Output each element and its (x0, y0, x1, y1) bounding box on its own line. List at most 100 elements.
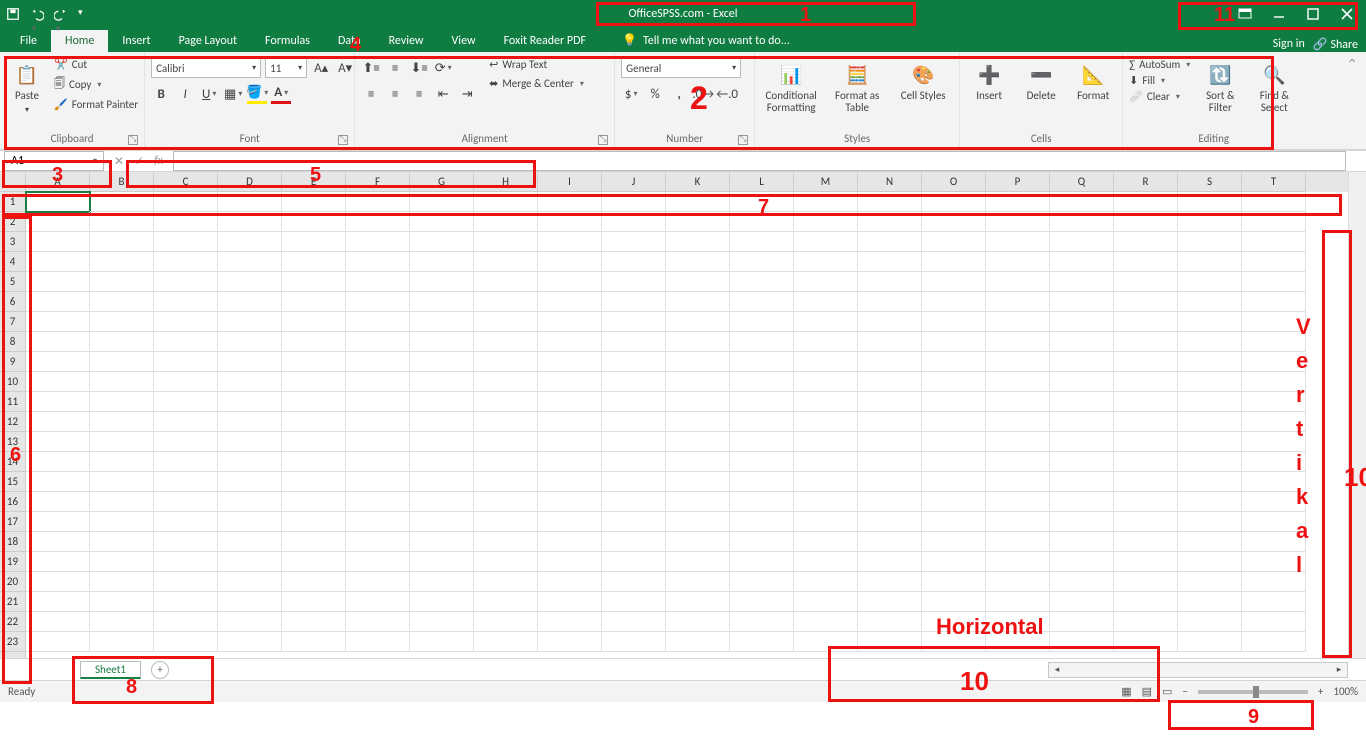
cell[interactable] (154, 292, 218, 312)
cell[interactable] (218, 272, 282, 292)
cell[interactable] (218, 412, 282, 432)
row-header[interactable]: 11 (0, 392, 25, 412)
cell[interactable] (986, 312, 1050, 332)
cell[interactable] (986, 612, 1050, 632)
fx-icon[interactable]: fx (154, 154, 163, 169)
cell[interactable] (218, 452, 282, 472)
tab-formulas[interactable]: Formulas (251, 30, 324, 52)
cell[interactable] (218, 592, 282, 612)
cell[interactable] (986, 472, 1050, 492)
cell[interactable] (922, 492, 986, 512)
cell[interactable] (922, 552, 986, 572)
cell[interactable] (602, 352, 666, 372)
cell[interactable] (346, 372, 410, 392)
cell[interactable] (730, 392, 794, 412)
cell[interactable] (90, 332, 154, 352)
cell[interactable] (90, 372, 154, 392)
cell[interactable] (922, 412, 986, 432)
cell[interactable] (218, 392, 282, 412)
cell[interactable] (1242, 272, 1306, 292)
cell[interactable] (730, 412, 794, 432)
cell[interactable] (986, 492, 1050, 512)
cell[interactable] (218, 232, 282, 252)
cell[interactable] (90, 452, 154, 472)
cell[interactable] (474, 472, 538, 492)
cell[interactable] (346, 452, 410, 472)
cell[interactable] (282, 552, 346, 572)
cell[interactable] (922, 392, 986, 412)
cell[interactable] (602, 312, 666, 332)
cell[interactable] (90, 252, 154, 272)
cell[interactable] (922, 592, 986, 612)
cell[interactable] (1178, 492, 1242, 512)
cell[interactable] (1178, 572, 1242, 592)
cell[interactable] (410, 452, 474, 472)
row-header[interactable]: 10 (0, 372, 25, 392)
cell[interactable] (90, 512, 154, 532)
sort-filter-button[interactable]: 🔃Sort & Filter (1196, 58, 1244, 114)
cell[interactable] (1178, 192, 1242, 212)
cell[interactable] (474, 372, 538, 392)
cell[interactable] (1178, 312, 1242, 332)
cell[interactable] (1114, 472, 1178, 492)
cell[interactable] (1114, 352, 1178, 372)
cell[interactable] (602, 612, 666, 632)
cell[interactable] (90, 292, 154, 312)
cell[interactable] (218, 192, 282, 212)
cell[interactable] (1178, 332, 1242, 352)
column-header[interactable]: J (602, 172, 666, 192)
cell[interactable] (474, 212, 538, 232)
cell[interactable] (794, 412, 858, 432)
cell[interactable] (154, 572, 218, 592)
cell[interactable] (346, 212, 410, 232)
cell[interactable] (90, 592, 154, 612)
cell[interactable] (26, 272, 90, 292)
cell[interactable] (730, 372, 794, 392)
cell[interactable] (602, 532, 666, 552)
cell[interactable] (218, 252, 282, 272)
cell[interactable] (410, 232, 474, 252)
cell[interactable] (986, 252, 1050, 272)
cell[interactable] (282, 432, 346, 452)
cell[interactable] (1114, 232, 1178, 252)
cell[interactable] (90, 192, 154, 212)
cell[interactable] (410, 372, 474, 392)
cell[interactable] (282, 212, 346, 232)
cell[interactable] (602, 452, 666, 472)
accounting-format-icon[interactable]: $ (621, 84, 641, 104)
cell[interactable] (922, 612, 986, 632)
ribbon-display-options-icon[interactable] (1230, 4, 1260, 24)
cell[interactable] (474, 532, 538, 552)
cell[interactable] (730, 432, 794, 452)
cell[interactable] (346, 532, 410, 552)
cell[interactable] (410, 412, 474, 432)
orientation-icon[interactable]: ⟳ (433, 58, 453, 78)
cell[interactable] (602, 212, 666, 232)
cell[interactable] (154, 512, 218, 532)
cell[interactable] (474, 232, 538, 252)
cell[interactable] (1178, 612, 1242, 632)
cell[interactable] (26, 372, 90, 392)
cell[interactable] (986, 572, 1050, 592)
cell[interactable] (410, 272, 474, 292)
row-header[interactable]: 1 (0, 192, 25, 212)
cell[interactable] (1178, 532, 1242, 552)
cell[interactable] (474, 192, 538, 212)
cell[interactable] (218, 332, 282, 352)
cell[interactable] (1242, 392, 1306, 412)
column-header[interactable]: L (730, 172, 794, 192)
font-size-combo[interactable]: 11▾ (265, 58, 307, 78)
cell[interactable] (538, 272, 602, 292)
cell[interactable] (730, 232, 794, 252)
cell[interactable] (218, 552, 282, 572)
cell[interactable] (602, 472, 666, 492)
cell[interactable] (154, 372, 218, 392)
cell[interactable] (602, 592, 666, 612)
cell[interactable] (282, 372, 346, 392)
cell[interactable] (922, 632, 986, 652)
cell[interactable] (666, 212, 730, 232)
cell[interactable] (474, 412, 538, 432)
font-name-combo[interactable]: Calibri▾ (151, 58, 261, 78)
cell[interactable] (90, 212, 154, 232)
cell[interactable] (666, 232, 730, 252)
